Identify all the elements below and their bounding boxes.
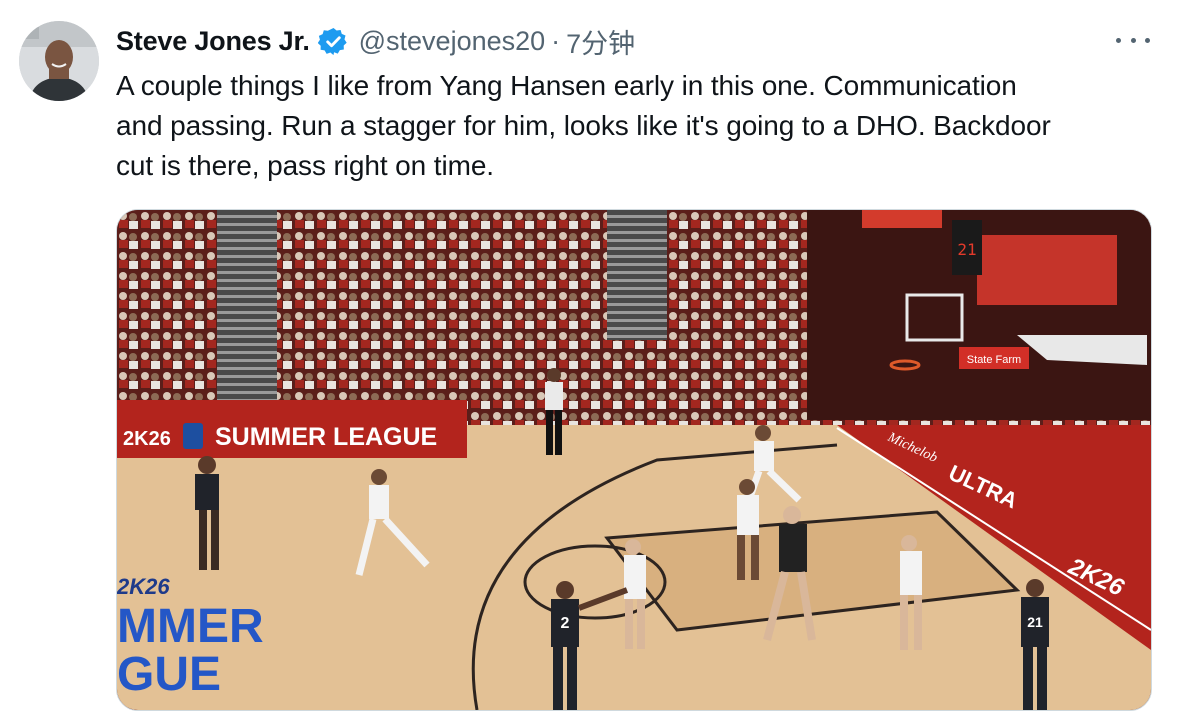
court-logo-text-2: GUE: [117, 648, 221, 701]
jersey-number: 2: [561, 615, 570, 632]
banner-brand: 2K26: [123, 428, 171, 450]
video-frame: 21 2K26 SUMMER LEAGUE 2K26 MMER GUE Stat…: [117, 210, 1151, 710]
jersey-number: 21: [1027, 614, 1043, 630]
court-logo-text: MMER: [117, 600, 264, 653]
stairs: [217, 210, 277, 410]
nba-logo-icon: [183, 423, 203, 449]
scoreboard-strip: [862, 210, 942, 228]
sponsor-sign: State Farm: [967, 354, 1021, 366]
more-dot: [1145, 37, 1150, 43]
more-dot: [1130, 37, 1136, 43]
shot-clock-digits: 21: [957, 240, 976, 259]
tweet-header: Steve Jones Jr. @stevejones20 · 7分钟: [116, 22, 635, 60]
back-wall-logos: [977, 235, 1117, 305]
author-name[interactable]: Steve Jones Jr.: [116, 26, 310, 57]
tweet-text-line: A couple things I like from Yang Hansen …: [116, 70, 1017, 101]
court-logo-top: 2K26: [117, 574, 170, 599]
avatar[interactable]: [19, 21, 99, 101]
verified-badge-icon: [317, 27, 347, 55]
separator-dot: ·: [551, 25, 561, 56]
more-dot: [1116, 37, 1121, 43]
more-horizontal-icon[interactable]: [1116, 30, 1150, 50]
avatar-image: [19, 21, 99, 101]
tweet-text-line: and passing. Run a stagger for him, look…: [116, 110, 1051, 141]
tweet-card: Steve Jones Jr. @stevejones20 · 7分钟 A co…: [0, 0, 1200, 711]
tweet-text: A couple things I like from Yang Hansen …: [116, 66, 1176, 186]
banner-text: SUMMER LEAGUE: [215, 423, 437, 451]
author-handle[interactable]: @stevejones20: [359, 26, 546, 57]
tweet-text-line: cut is there, pass right on time.: [116, 150, 494, 181]
timestamp[interactable]: 7分钟: [566, 22, 635, 61]
video-media[interactable]: 21 2K26 SUMMER LEAGUE 2K26 MMER GUE Stat…: [116, 209, 1152, 711]
stairs: [607, 210, 667, 340]
